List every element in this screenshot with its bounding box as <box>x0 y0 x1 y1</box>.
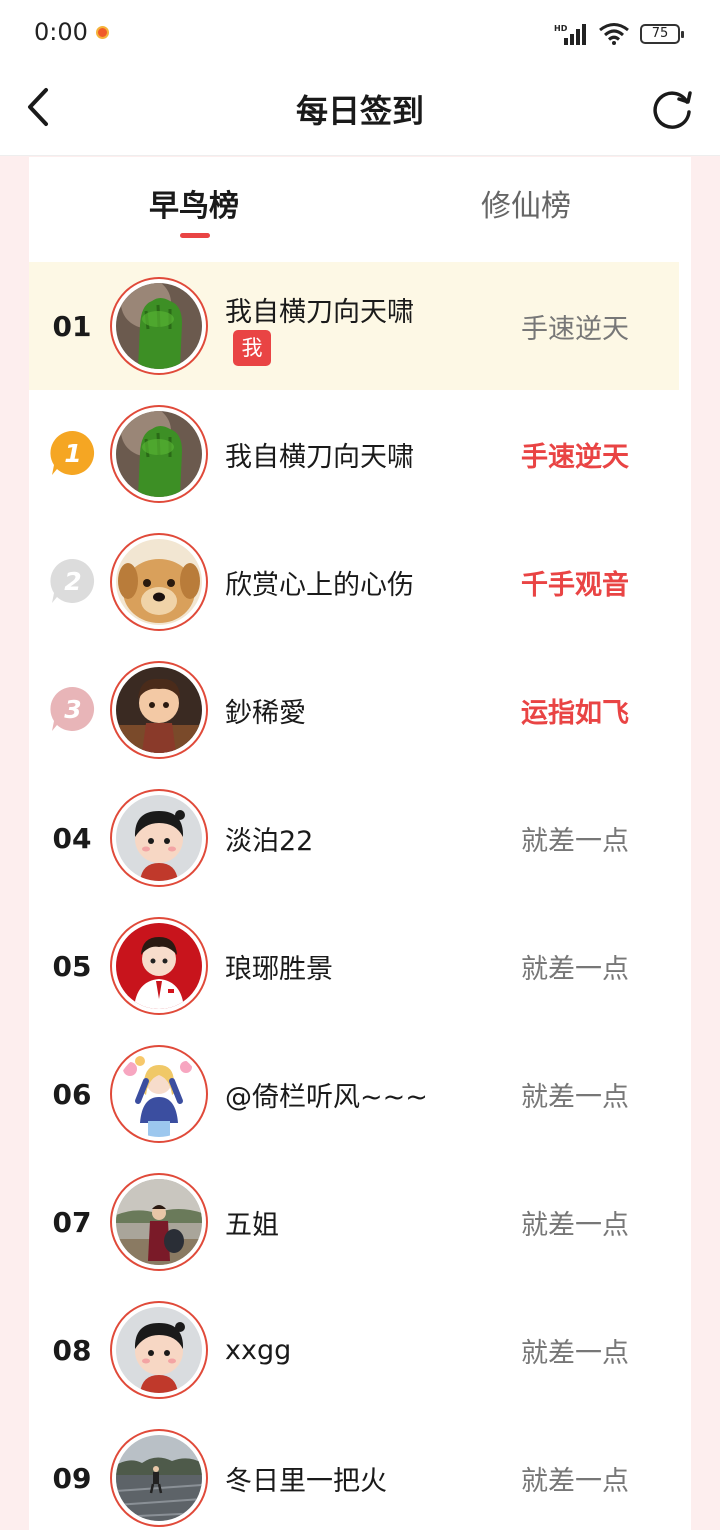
avatar[interactable] <box>110 661 208 759</box>
nickname: 冬日里一把火 <box>225 1465 387 1497</box>
rank-number: 09 <box>52 1461 92 1495</box>
refresh-button[interactable] <box>648 84 696 132</box>
rank-title: 就差一点 <box>521 1081 629 1113</box>
rank-title: 就差一点 <box>521 1337 629 1369</box>
nickname: @倚栏听风~~~ <box>225 1081 428 1113</box>
rank-number: 04 <box>52 821 92 855</box>
rank-list: 01 我自横刀向天啸 我 手速逆天 1 我自横刀向天啸 手速逆天 2 欣赏心上的… <box>29 262 679 1530</box>
status-time: 0:00 <box>34 18 88 46</box>
signal-icon: HD <box>554 24 586 45</box>
avatar[interactable] <box>110 405 208 503</box>
avatar[interactable] <box>110 1429 208 1527</box>
rank-row[interactable]: 05 琅琊胜景 就差一点 <box>29 902 679 1030</box>
signal-hd-label: HD <box>554 24 568 33</box>
avatar[interactable] <box>110 533 208 631</box>
nickname: xxgg <box>225 1334 292 1366</box>
rank-row[interactable]: 09 冬日里一把火 就差一点 <box>29 1414 679 1530</box>
page-title: 每日签到 <box>295 92 424 130</box>
rank-number: 05 <box>52 949 92 983</box>
my-rank-row[interactable]: 01 我自横刀向天啸 我 手速逆天 <box>29 262 679 390</box>
nav-bar: 每日签到 <box>0 66 720 156</box>
nickname: 琅琊胜景 <box>225 953 333 985</box>
tab-early-bird[interactable]: 早鸟榜 <box>149 181 239 225</box>
rank-number: 08 <box>52 1333 92 1367</box>
avatar[interactable] <box>110 1173 208 1271</box>
battery-icon: 75 <box>640 24 684 44</box>
bronze-medal-icon: 3 <box>50 686 95 731</box>
medal-number: 3 <box>64 695 81 724</box>
rank-row[interactable]: 07 五姐 就差一点 <box>29 1158 679 1286</box>
refresh-icon <box>653 91 692 129</box>
rank-title: 就差一点 <box>521 1209 629 1241</box>
avatar[interactable] <box>110 917 208 1015</box>
rank-row[interactable]: 08 xxgg 就差一点 <box>29 1286 679 1414</box>
avatar[interactable] <box>110 1045 208 1143</box>
avatar[interactable] <box>110 277 208 375</box>
status-bar: 0:00 HD 75 <box>0 0 720 66</box>
rank-title: 手速逆天 <box>521 441 629 473</box>
battery-level: 75 <box>651 26 669 41</box>
medal-number: 2 <box>64 567 81 596</box>
rank-title: 就差一点 <box>521 953 629 985</box>
status-icons: HD 75 <box>554 20 684 48</box>
nickname: 淡泊22 <box>225 825 314 857</box>
nickname: 我自横刀向天啸 <box>225 297 414 328</box>
medal-number: 1 <box>64 439 81 468</box>
rank-title: 运指如飞 <box>521 697 629 729</box>
tab-active-indicator <box>180 233 210 238</box>
rank-title: 手速逆天 <box>521 313 629 345</box>
rank-row[interactable]: 06 @倚栏听风~~~ 就差一点 <box>29 1030 679 1158</box>
rank-number: 06 <box>52 1077 92 1111</box>
rank-row[interactable]: 04 淡泊22 就差一点 <box>29 774 679 902</box>
rank-title: 千手观音 <box>521 569 629 601</box>
avatar[interactable] <box>110 1301 208 1399</box>
rank-row[interactable]: 3 鈔稀愛 运指如飞 <box>29 646 679 774</box>
nickname: 鈔稀愛 <box>225 697 306 729</box>
avatar[interactable] <box>110 789 208 887</box>
rank-title: 就差一点 <box>521 825 629 857</box>
rank-title: 就差一点 <box>521 1465 629 1497</box>
leaderboard-card: 早鸟榜 修仙榜 01 我自横刀向天啸 我 手速逆天 1 我自横刀向天啸 手速逆天… <box>29 157 691 1530</box>
nickname: 欣赏心上的心伤 <box>225 569 414 601</box>
tab-immortal[interactable]: 修仙榜 <box>481 181 571 225</box>
tab-bar: 早鸟榜 修仙榜 <box>29 157 691 261</box>
nickname: 五姐 <box>225 1209 279 1241</box>
rank-row[interactable]: 2 欣赏心上的心伤 千手观音 <box>29 518 679 646</box>
nickname: 我自横刀向天啸 <box>225 441 414 473</box>
wifi-icon <box>599 23 629 45</box>
gold-medal-icon: 1 <box>50 430 95 475</box>
rank-number: 01 <box>52 309 92 343</box>
me-badge: 我 <box>233 330 271 366</box>
rank-number: 07 <box>52 1205 92 1239</box>
rank-row[interactable]: 1 我自横刀向天啸 手速逆天 <box>29 390 679 518</box>
notification-dot-icon <box>96 26 109 39</box>
silver-medal-icon: 2 <box>50 558 95 603</box>
